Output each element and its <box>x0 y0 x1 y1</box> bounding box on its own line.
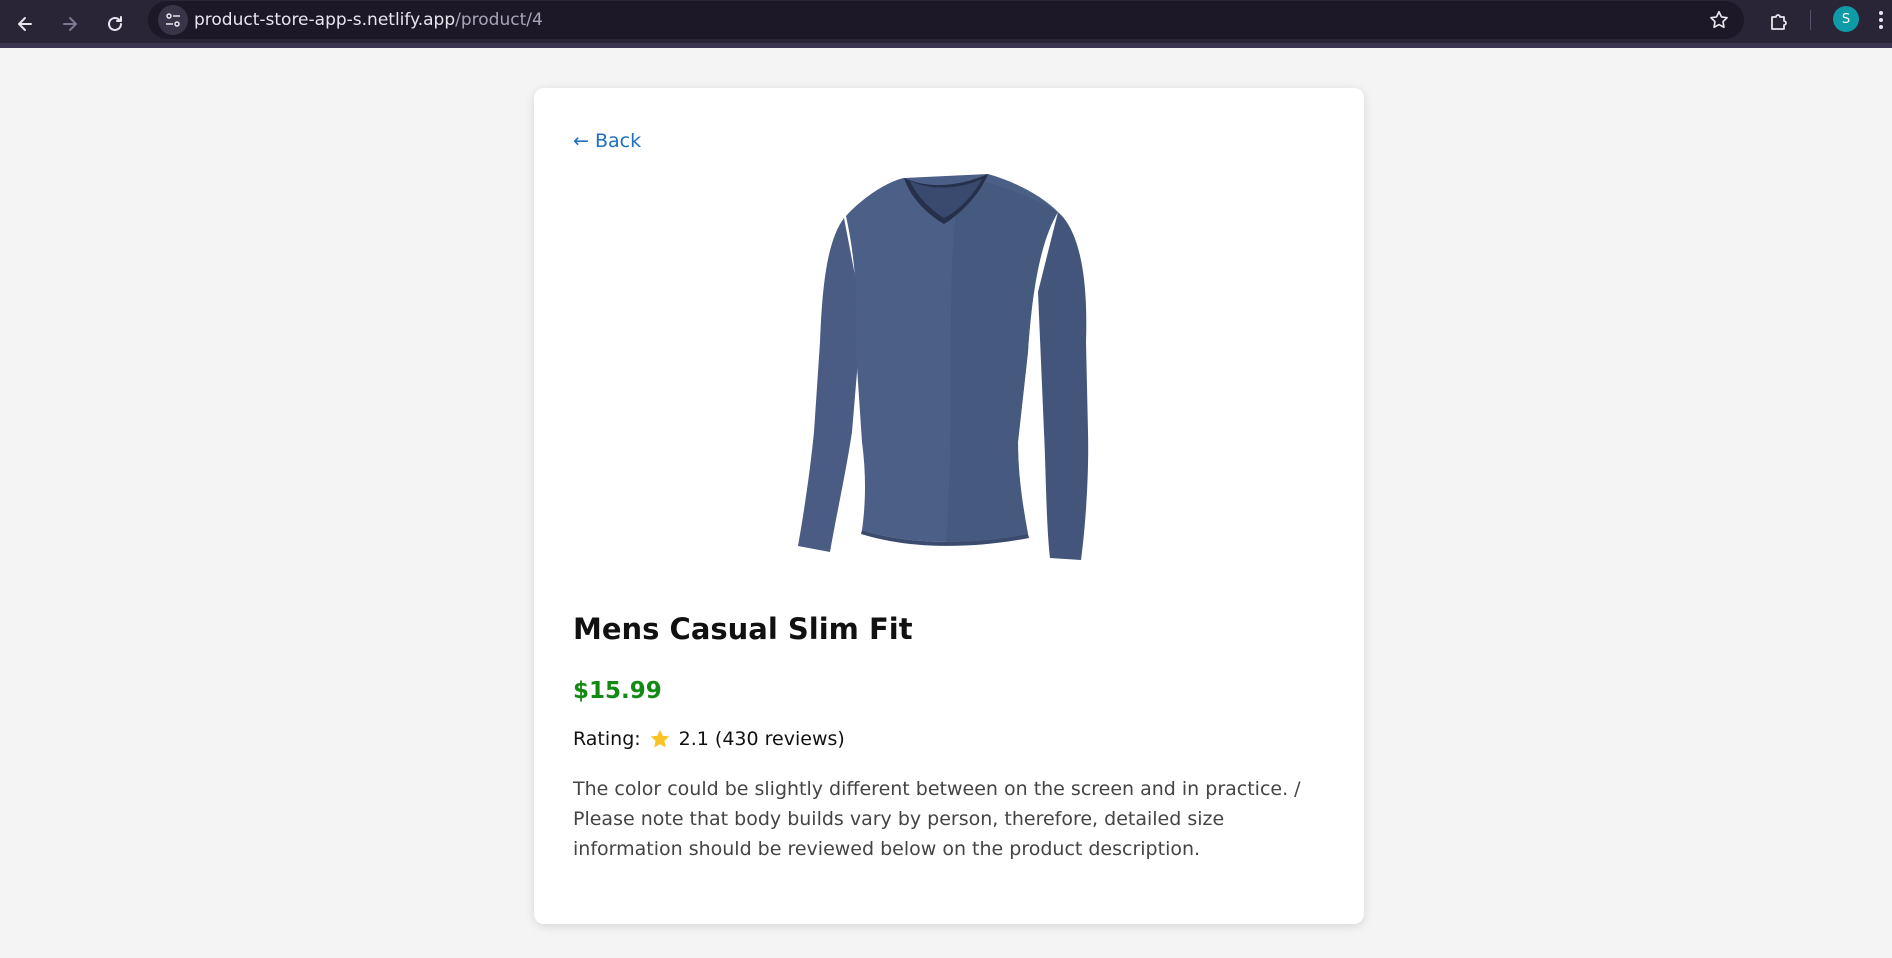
back-nav-button[interactable] <box>7 6 43 42</box>
address-bar[interactable]: product-store-app-s.netlify.app/product/… <box>148 1 1744 39</box>
product-image-shirt-icon <box>798 174 1089 560</box>
url-path: /product/4 <box>455 10 543 30</box>
menu-dot <box>1879 18 1883 22</box>
url-host: product-store-app-s.netlify.app <box>194 10 456 30</box>
forward-nav-button[interactable] <box>52 6 88 42</box>
profile-avatar[interactable]: S <box>1833 6 1859 32</box>
url-text: product-store-app-s.netlify.app/product/… <box>194 10 543 30</box>
tune-icon <box>166 13 180 27</box>
browser-menu-button[interactable] <box>1876 8 1886 32</box>
menu-dot <box>1879 11 1883 15</box>
site-info-button[interactable] <box>158 5 188 35</box>
product-title: Mens Casual Slim Fit <box>573 612 913 646</box>
extensions-button[interactable] <box>1764 7 1794 37</box>
toolbar-divider <box>0 43 1892 48</box>
product-card: ← Back Mens Casual Slim Fit $15.99 Ratin… <box>534 88 1364 924</box>
browser-toolbar: product-store-app-s.netlify.app/product/… <box>0 0 1892 48</box>
rating-label: Rating: <box>573 728 641 750</box>
product-description: The color could be slightly different be… <box>573 778 1301 860</box>
product-rating: Rating: 2.1 (430 reviews) <box>573 728 845 750</box>
reload-icon <box>108 16 122 31</box>
rating-value: 2.1 (430 reviews) <box>678 728 845 750</box>
puzzle-icon <box>1771 14 1787 30</box>
arrow-right-icon <box>63 17 77 31</box>
arrow-left-icon <box>18 17 32 31</box>
back-link[interactable]: ← Back <box>573 130 641 152</box>
star-icon <box>650 729 669 748</box>
bookmark-star-icon[interactable] <box>1708 9 1730 31</box>
reload-button[interactable] <box>97 6 133 42</box>
toolbar-separator <box>1810 10 1811 30</box>
menu-dot <box>1879 25 1883 29</box>
product-price: $15.99 <box>573 678 662 704</box>
